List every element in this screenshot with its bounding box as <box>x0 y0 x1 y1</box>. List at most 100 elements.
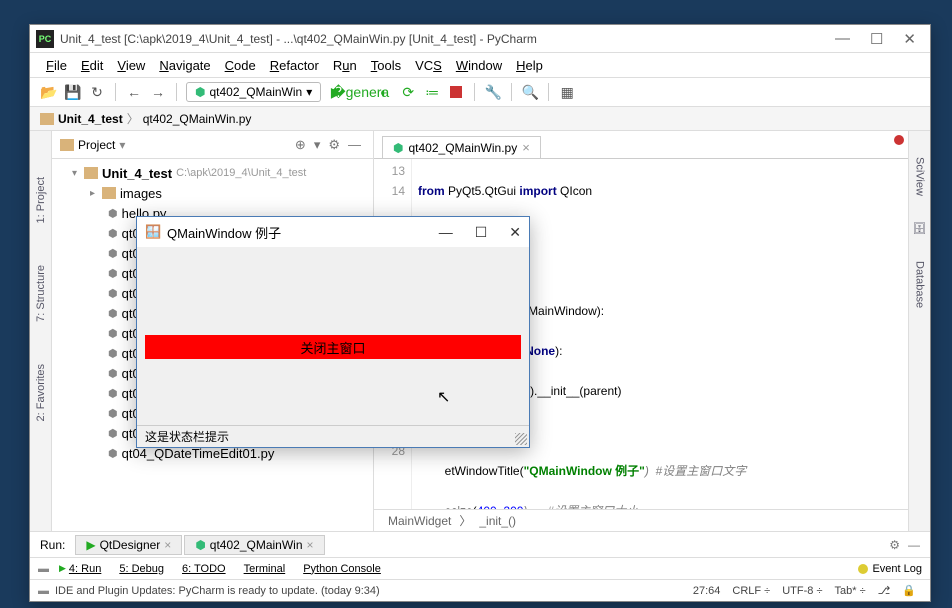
python-icon: ⬢ <box>393 141 403 155</box>
minimize-button[interactable]: — <box>835 30 850 48</box>
bottom-toolbar: ▬ ▶4: Run 5: Debug 6: TODO Terminal Pyth… <box>30 557 930 579</box>
tab-todo[interactable]: 6: TODO <box>174 561 234 577</box>
run-toolwindow: Run: ▶QtDesigner× ⬢qt402_QMainWin× ⚙ — <box>30 531 930 557</box>
resize-handle[interactable] <box>515 433 527 445</box>
tab-database[interactable]: Database <box>912 255 928 314</box>
tab-terminal[interactable]: Terminal <box>236 561 294 577</box>
close-icon[interactable]: × <box>164 538 171 552</box>
menu-vcs[interactable]: VCS <box>409 56 448 75</box>
git-icon[interactable]: ⎇ <box>878 584 891 597</box>
chevron-down-icon[interactable]: ▾ <box>119 138 125 152</box>
coverage-icon[interactable]: ◐ <box>375 83 393 101</box>
search-icon[interactable]: 🔍 <box>521 83 539 101</box>
close-tab-icon[interactable]: × <box>522 140 530 155</box>
runtime-title: QMainWindow 例子 <box>167 223 281 242</box>
notification-dot <box>858 564 868 574</box>
editor-tab[interactable]: ⬢ qt402_QMainWin.py × <box>382 136 541 158</box>
separator <box>176 83 177 101</box>
close-button[interactable]: ✕ <box>509 224 521 241</box>
runtime-titlebar[interactable]: 🪟 QMainWindow 例子 — ☐ ✕ <box>137 217 529 247</box>
minimize-button[interactable]: — <box>439 224 453 241</box>
separator <box>511 83 512 101</box>
run-tab[interactable]: ▶QtDesigner× <box>75 535 182 555</box>
window-title: Unit_4_test [C:\apk\2019_4\Unit_4_test] … <box>60 32 537 46</box>
lock-icon[interactable]: 🔒 <box>902 584 916 597</box>
left-gutter: 1: Project 7: Structure 2: Favorites <box>30 131 52 531</box>
breadcrumb-file[interactable]: qt402_QMainWin.py <box>143 112 252 126</box>
maximize-button[interactable]: ☐ <box>475 224 488 241</box>
tab-project[interactable]: 1: Project <box>33 171 49 229</box>
breadcrumb-project[interactable]: Unit_4_test <box>58 112 123 126</box>
chevron-icon: 〉 <box>127 110 139 127</box>
target-icon[interactable]: ⊕ <box>295 137 306 153</box>
close-button[interactable]: ✕ <box>903 30 916 48</box>
forward-icon[interactable]: → <box>149 83 167 101</box>
chevron-icon[interactable]: ▾ <box>314 137 321 153</box>
separator <box>474 83 475 101</box>
crumb-method[interactable]: _init_() <box>479 514 516 528</box>
menu-refactor[interactable]: Refactor <box>264 56 325 75</box>
tree-folder[interactable]: ▸images <box>52 183 373 203</box>
collapse-icon[interactable]: — <box>348 137 361 152</box>
separator <box>115 83 116 101</box>
concurrency-icon[interactable]: ≔ <box>423 83 441 101</box>
structure-icon[interactable]: ▦ <box>558 83 576 101</box>
toolbar: 📂 💾 ↻ ← → ⬢ qt402_QMainWin ▾ ▶ �genera ◐… <box>30 77 930 107</box>
save-icon[interactable]: 💾 <box>64 83 82 101</box>
cursor-pos[interactable]: 27:64 <box>693 585 721 597</box>
event-log[interactable]: Event Log <box>858 563 922 575</box>
collapse-icon[interactable]: — <box>908 538 920 552</box>
folder-icon <box>60 139 74 151</box>
close-icon[interactable]: × <box>307 538 314 552</box>
settings-icon[interactable]: 🔧 <box>484 83 502 101</box>
menu-help[interactable]: Help <box>510 56 549 75</box>
tree-root[interactable]: ▾Unit_4_testC:\apk\2019_4\Unit_4_test <box>52 163 373 183</box>
editor-breadcrumb: MainWidget〉 _init_() <box>374 509 908 531</box>
menubar: File Edit View Navigate Code Refactor Ru… <box>30 53 930 77</box>
toolwindow-icon[interactable]: ▬ <box>38 563 49 575</box>
gear-icon[interactable]: ⚙ <box>889 538 900 552</box>
chevron-down-icon: ▾ <box>306 85 312 99</box>
menu-file[interactable]: File <box>40 56 73 75</box>
cursor-icon: ↖ <box>437 387 450 407</box>
open-icon[interactable]: 📂 <box>40 83 58 101</box>
maximize-button[interactable]: ☐ <box>870 30 883 48</box>
line-sep[interactable]: CRLF ÷ <box>732 585 770 597</box>
menu-navigate[interactable]: Navigate <box>153 56 216 75</box>
tab-run[interactable]: ▶4: Run <box>51 561 109 577</box>
editor-tabs: ⬢ qt402_QMainWin.py × <box>374 131 908 159</box>
gear-icon[interactable]: ⚙ <box>328 137 340 153</box>
breadcrumb: Unit_4_test 〉 qt402_QMainWin.py <box>30 107 930 131</box>
status-message: IDE and Plugin Updates: PyCharm is ready… <box>55 585 380 597</box>
indent[interactable]: Tab* ÷ <box>834 585 865 597</box>
back-icon[interactable]: ← <box>125 83 143 101</box>
encoding[interactable]: UTF-8 ÷ <box>782 585 822 597</box>
run-tab[interactable]: ⬢qt402_QMainWin× <box>184 535 324 555</box>
run-config-label: qt402_QMainWin <box>209 85 302 99</box>
database-icon: 🗄 <box>913 222 927 235</box>
crumb-class[interactable]: MainWidget <box>388 514 451 528</box>
menu-run[interactable]: Run <box>327 56 363 75</box>
menu-view[interactable]: View <box>111 56 151 75</box>
toolwindow-icon[interactable]: ▬ <box>38 585 49 597</box>
profile-icon[interactable]: ⟳ <box>399 83 417 101</box>
window-controls: — ☐ ✕ <box>835 30 924 48</box>
right-gutter: SciView 🗄 Database <box>908 131 930 531</box>
close-main-button[interactable]: 关闭主窗口 <box>145 335 521 359</box>
debug-icon[interactable]: �genera <box>351 83 369 101</box>
pycharm-icon: PC <box>36 30 54 48</box>
menu-tools[interactable]: Tools <box>365 56 407 75</box>
tab-sciview[interactable]: SciView <box>912 151 928 202</box>
python-icon: ⬢ <box>195 85 205 99</box>
menu-window[interactable]: Window <box>450 56 508 75</box>
run-config-select[interactable]: ⬢ qt402_QMainWin ▾ <box>186 82 321 102</box>
stop-icon[interactable] <box>447 83 465 101</box>
tab-pyconsole[interactable]: Python Console <box>295 561 389 577</box>
tab-debug[interactable]: 5: Debug <box>111 561 172 577</box>
tab-structure[interactable]: 7: Structure <box>33 259 49 328</box>
refresh-icon[interactable]: ↻ <box>88 83 106 101</box>
tab-favorites[interactable]: 2: Favorites <box>33 358 49 427</box>
menu-code[interactable]: Code <box>219 56 262 75</box>
menu-edit[interactable]: Edit <box>75 56 109 75</box>
project-header: Project ▾ ⊕ ▾ ⚙ — <box>52 131 373 159</box>
